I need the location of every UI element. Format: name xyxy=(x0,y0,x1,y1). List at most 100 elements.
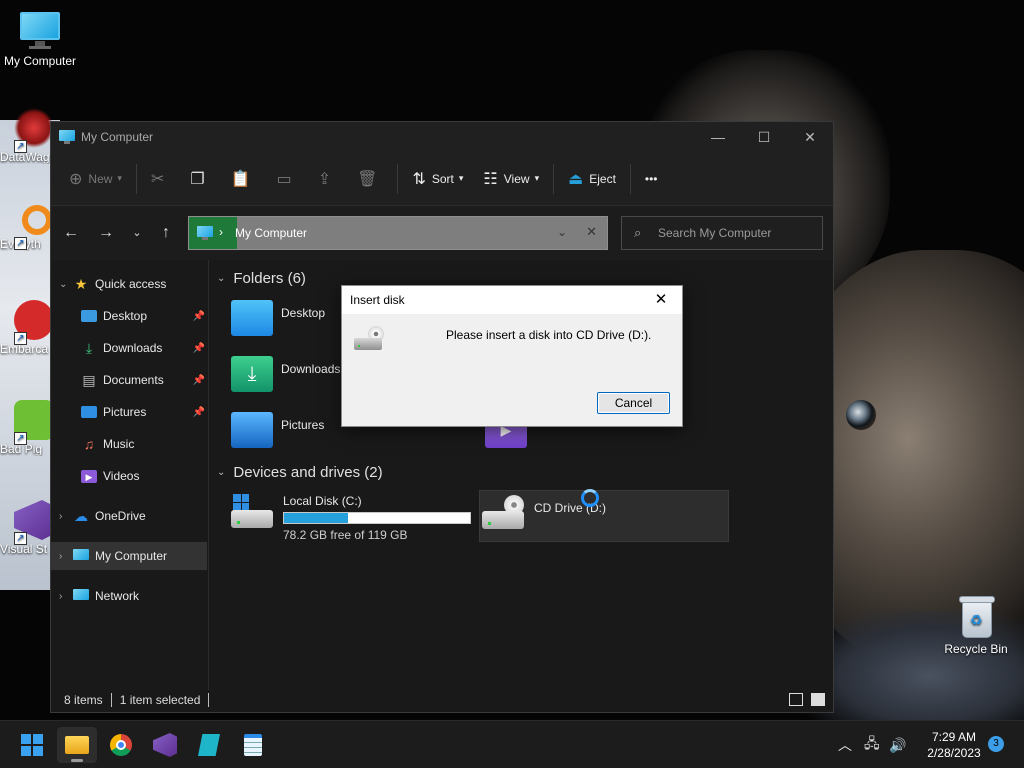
desktop-icon-label: Bad Pig xyxy=(0,442,43,456)
details-view-icon[interactable] xyxy=(789,693,803,706)
close-button[interactable]: ✕ xyxy=(787,122,833,152)
view-button[interactable]: ☷ View ▾ xyxy=(473,162,549,196)
sort-label: Sort xyxy=(431,171,454,186)
sidebar-item-label: OneDrive xyxy=(95,509,146,523)
cut-button[interactable]: ✂ xyxy=(141,162,180,196)
sidebar-item-pictures[interactable]: Pictures 📌 xyxy=(51,398,207,426)
dialog-close-button[interactable]: ✕ xyxy=(644,286,678,314)
tiles-view-icon[interactable] xyxy=(811,693,825,706)
title-bar[interactable]: My Computer — ☐ ✕ xyxy=(51,122,833,152)
taskbar-clock[interactable]: 7:29 AM 2/28/2023 xyxy=(914,729,994,761)
chevron-up-icon: ︿ xyxy=(838,737,852,753)
folder-label: Downloads xyxy=(281,362,341,376)
sidebar-item-documents[interactable]: ▤ Documents 📌 xyxy=(51,366,207,394)
desktop-icon-bad-piggies[interactable]: ↗ Bad Pig xyxy=(0,400,56,456)
more-options-button[interactable]: ••• xyxy=(635,162,668,196)
monitor-icon xyxy=(197,226,213,240)
sidebar-item-music[interactable]: ♫ Music xyxy=(51,430,207,458)
sidebar-item-my-computer[interactable]: › My Computer xyxy=(51,542,207,570)
desktop-icon-label: My Computer xyxy=(3,54,77,68)
taskbar-visual-studio[interactable] xyxy=(145,727,185,763)
dialog-body: Please insert a disk into CD Drive (D:).… xyxy=(342,314,682,426)
copy-button[interactable]: ❐ xyxy=(180,162,220,196)
eject-button[interactable]: ⏏ Eject xyxy=(558,162,626,196)
status-selected-count: 1 item selected xyxy=(119,693,201,707)
cancel-button[interactable]: Cancel xyxy=(597,392,670,414)
up-button[interactable]: ↑ xyxy=(154,222,178,244)
navigation-row: ← → ⌄ ↑ › My Computer ⌄ ✕ ⌕ xyxy=(51,206,833,260)
desktop-icon-recycle-bin[interactable]: ♻ Recycle Bin xyxy=(936,596,1016,656)
volume-tray-button[interactable]: 🔊 xyxy=(889,721,906,768)
sidebar-item-network[interactable]: › Network xyxy=(51,582,207,610)
sidebar-item-onedrive[interactable]: › ☁ OneDrive xyxy=(51,502,207,530)
sort-button[interactable]: ⇅ Sort ▾ xyxy=(402,162,473,196)
status-divider xyxy=(208,693,210,707)
desktop-icon-label: Everyth xyxy=(0,237,56,251)
forward-button[interactable]: → xyxy=(94,222,118,244)
minimize-button[interactable]: — xyxy=(695,122,741,152)
taskbar-file-explorer[interactable] xyxy=(57,727,97,763)
address-clear-button[interactable]: ✕ xyxy=(586,224,597,240)
rename-icon: ▭ xyxy=(276,170,292,188)
desktop-icon-datawag[interactable]: ↗ DataWag xyxy=(0,108,56,164)
desktop-icon-label: Embarca Dev-C xyxy=(0,342,56,356)
taskbar-notepad[interactable] xyxy=(233,727,273,763)
folder-desktop[interactable]: Desktop xyxy=(231,300,325,336)
rename-button[interactable]: ▭ xyxy=(267,162,308,196)
folder-label: Pictures xyxy=(281,418,325,432)
desktop-icon-my-computer[interactable]: My Computer xyxy=(0,10,80,68)
plus-circle-icon: ⊕ xyxy=(69,170,83,188)
taskbar-chrome[interactable] xyxy=(101,727,141,763)
folder-downloads[interactable]: ⤓ Downloads xyxy=(231,356,340,392)
chevron-down-icon: ⌄ xyxy=(217,467,226,478)
taskbar-app-teal[interactable] xyxy=(189,727,229,763)
drives-heading: Devices and drives (2) xyxy=(233,464,383,481)
show-hidden-icons-button[interactable]: ︿ xyxy=(838,721,852,768)
delete-button[interactable]: 🗑 xyxy=(347,162,393,196)
shortcut-arrow-icon: ↗ xyxy=(14,332,27,345)
chevron-right-icon: › xyxy=(219,225,223,239)
new-button[interactable]: ⊕ New ▾ xyxy=(59,162,132,196)
pictures-folder-icon xyxy=(231,412,273,448)
chevron-down-icon: ⌄ xyxy=(217,273,226,284)
notepad-icon xyxy=(244,734,262,756)
desktop-icon xyxy=(81,310,97,322)
desktop-icon-everything[interactable]: ↗ Everyth xyxy=(0,205,56,251)
eject-icon: ⏏ xyxy=(568,170,584,188)
sidebar-item-desktop[interactable]: Desktop 📌 xyxy=(51,302,207,330)
drives-group-header[interactable]: ⌄ Devices and drives (2) xyxy=(217,464,383,481)
chevron-down-icon: ▾ xyxy=(534,173,540,183)
recent-locations-button[interactable]: ⌄ xyxy=(125,222,149,244)
start-button[interactable] xyxy=(12,727,52,763)
maximize-button[interactable]: ☐ xyxy=(741,122,787,152)
drive-local-disk-c[interactable]: Local Disk (C:) 78.2 GB free of 119 GB xyxy=(229,490,475,542)
folder-label: Desktop xyxy=(281,306,326,320)
navigation-pane: ⌄ ★ Quick access Desktop 📌 ⤓ Downloads 📌… xyxy=(51,260,209,690)
sidebar-item-quick-access[interactable]: ⌄ ★ Quick access xyxy=(51,270,207,298)
folder-pictures[interactable]: Pictures xyxy=(231,412,324,448)
search-input[interactable] xyxy=(658,224,818,242)
paste-button[interactable]: 📋 xyxy=(221,162,267,196)
desktop-icon-visual-studio[interactable]: ↗ Visual St 2022 xyxy=(0,500,56,556)
address-dropdown-button[interactable]: ⌄ xyxy=(557,225,567,239)
share-button[interactable]: ⇪ xyxy=(308,162,347,196)
back-button[interactable]: ← xyxy=(59,222,83,244)
desktop-icon-devcpp[interactable]: ↗ Embarca Dev-C xyxy=(0,300,56,356)
search-box[interactable]: ⌕ xyxy=(621,216,823,250)
notification-badge[interactable]: 3 xyxy=(988,736,1004,752)
clock-time: 7:29 AM xyxy=(931,730,977,744)
address-bar[interactable]: › My Computer ⌄ ✕ xyxy=(188,216,608,250)
busy-cursor-icon xyxy=(581,489,599,507)
network-tray-button[interactable]: 🖧 xyxy=(864,721,880,768)
sidebar-item-videos[interactable]: ▶ Videos xyxy=(51,462,207,490)
chevron-right-icon: › xyxy=(59,550,63,562)
monitor-icon xyxy=(59,130,75,144)
disk-usage-fill xyxy=(284,513,348,523)
folders-group-header[interactable]: ⌄ Folders (6) xyxy=(217,270,306,287)
dialog-title-bar[interactable]: Insert disk xyxy=(342,286,682,314)
pin-icon: 📌 xyxy=(192,342,205,354)
toolbar-divider xyxy=(135,163,137,194)
drive-cd-d[interactable]: CD Drive (D:) xyxy=(479,490,729,542)
sidebar-item-downloads[interactable]: ⤓ Downloads 📌 xyxy=(51,334,207,362)
sort-icon: ⇅ xyxy=(412,170,426,188)
